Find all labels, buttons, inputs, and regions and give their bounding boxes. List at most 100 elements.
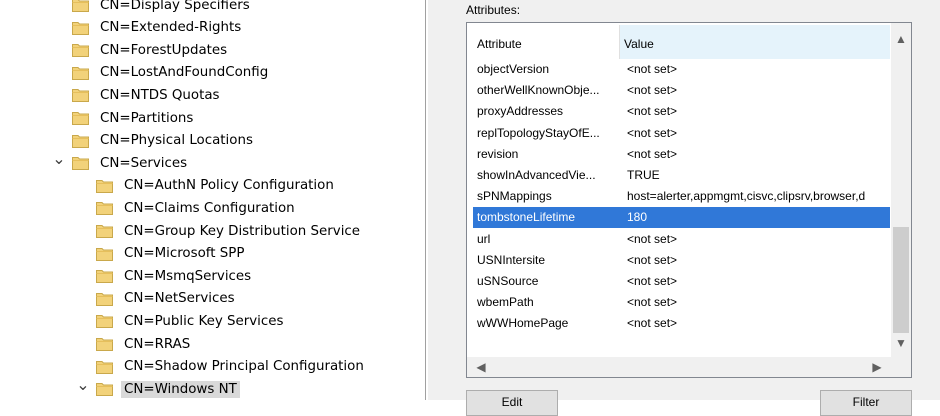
- attribute-value: <not set>: [627, 316, 678, 331]
- folder-icon: [96, 270, 113, 284]
- tree-item-label: CN=ForestUpdates: [100, 42, 228, 58]
- folder-icon: [96, 315, 113, 329]
- attribute-name: uSNSource: [477, 274, 539, 288]
- tree-item-label: CN=Claims Configuration: [124, 200, 295, 216]
- attribute-value: <not set>: [627, 83, 678, 98]
- attributes-list[interactable]: Attribute Value objectVersion <not set> ot…: [466, 22, 912, 378]
- vertical-scrollbar[interactable]: ▲ ▼: [891, 23, 911, 357]
- tree-item[interactable]: CN=Physical Locations: [52, 130, 256, 152]
- tree-item[interactable]: ⌄ CN=Windows NT: [76, 378, 240, 400]
- tree-item-label: CN=NetServices: [124, 291, 235, 307]
- expand-chevron-down-icon[interactable]: ⌄: [52, 152, 66, 170]
- tree-item[interactable]: CN=Group Key Distribution Service: [76, 220, 363, 242]
- tree-item-label: CN=Display Specifiers: [100, 0, 250, 13]
- tree-item-label: CN=Group Key Distribution Service: [124, 223, 361, 239]
- attribute-value: <not set>: [627, 62, 678, 76]
- attribute-name: otherWellKnownObje...: [477, 83, 600, 98]
- expand-chevron-down-icon[interactable]: ⌄: [76, 378, 90, 396]
- scroll-right-icon[interactable]: ▶: [867, 357, 887, 377]
- attribute-row[interactable]: wWWHomePage <not set>: [473, 313, 890, 334]
- tree-item[interactable]: CN=Claims Configuration: [76, 197, 298, 219]
- attribute-row[interactable]: showInAdvancedVie... TRUE: [473, 165, 890, 186]
- tree-item-label: CN=Physical Locations: [100, 133, 253, 149]
- attribute-value: <not set>: [627, 146, 678, 161]
- tree-item-label: CN=Services: [100, 155, 188, 171]
- tree-item[interactable]: CN=NetServices: [76, 288, 238, 310]
- tree-item[interactable]: CN=Partitions: [52, 107, 196, 129]
- attribute-row[interactable]: proxyAddresses <not set>: [473, 101, 890, 122]
- tree-item[interactable]: CN=AuthN Policy Configuration: [76, 175, 337, 197]
- folder-icon: [72, 89, 89, 103]
- attribute-row[interactable]: revision <not set>: [473, 144, 890, 165]
- tree-item-label: CN=Public Key Services: [124, 313, 284, 329]
- attribute-row[interactable]: sPNMappings host=alerter,appmgmt,cisvc,cl…: [473, 186, 890, 207]
- tree-item-label: CN=LostAndFoundConfig: [100, 65, 269, 81]
- attribute-row[interactable]: tombstoneLifetime 180: [473, 207, 890, 229]
- tree-item[interactable]: CN=Public Key Services: [76, 310, 286, 332]
- folder-icon: [96, 225, 113, 238]
- folder-icon: [72, 134, 89, 148]
- attribute-row[interactable]: wbemPath <not set>: [473, 292, 890, 313]
- folder-icon: [72, 157, 89, 171]
- folder-icon: [72, 66, 89, 80]
- edit-button[interactable]: Edit: [466, 390, 558, 416]
- attribute-row[interactable]: otherWellKnownObje... <not set>: [473, 80, 890, 101]
- tree-item[interactable]: ⌄ CN=Services: [52, 152, 190, 174]
- attribute-row[interactable]: replTopologyStayOfE... <not set>: [473, 123, 890, 144]
- attribute-row[interactable]: objectVersion <not set>: [473, 59, 890, 80]
- attribute-name: tombstoneLifetime: [477, 210, 576, 225]
- filter-button[interactable]: Filter: [820, 390, 912, 416]
- tree-item[interactable]: CN=Microsoft SPP: [76, 243, 247, 265]
- container-tree-view: CN=Display Specifiers CN=Extended-Rights C…: [0, 0, 420, 400]
- attribute-name: url: [477, 231, 491, 246]
- attribute-row[interactable]: uSNSource <not set>: [473, 271, 890, 292]
- folder-icon: [72, 0, 89, 12]
- tree-item-label: CN=Microsoft SPP: [124, 246, 245, 262]
- tree-item[interactable]: CN=ForestUpdates: [52, 39, 230, 61]
- attribute-row[interactable]: USNIntersite <not set>: [473, 250, 890, 271]
- attribute-value: <not set>: [627, 252, 678, 267]
- tree-item-label: CN=NTDS Quotas: [100, 87, 220, 103]
- folder-icon: [96, 179, 113, 193]
- attribute-name: replTopologyStayOfE...: [477, 125, 600, 140]
- attribute-row[interactable]: url <not set>: [473, 229, 890, 250]
- folder-icon: [72, 112, 89, 125]
- attribute-name: wbemPath: [477, 295, 534, 310]
- horizontal-scrollbar[interactable]: ◀ ▶: [467, 357, 891, 377]
- tree-item[interactable]: CN=Extended-Rights: [52, 17, 244, 39]
- tree-item[interactable]: CN=NTDS Quotas: [52, 84, 223, 106]
- attribute-name: sPNMappings: [477, 189, 552, 204]
- attribute-name: revision: [477, 146, 519, 161]
- scrollbar-corner: [891, 357, 911, 377]
- column-header-value[interactable]: Value: [619, 25, 890, 59]
- attribute-name: proxyAddresses: [477, 104, 564, 119]
- tree-item-label: CN=Windows NT: [121, 380, 240, 398]
- folder-icon: [72, 21, 89, 35]
- scroll-up-icon[interactable]: ▲: [891, 29, 911, 49]
- tree-item[interactable]: CN=Shadow Principal Configuration: [76, 356, 367, 378]
- attributes-label: Attributes:: [466, 3, 521, 17]
- pane-divider[interactable]: [425, 0, 426, 400]
- column-header-attribute[interactable]: Attribute: [473, 25, 619, 59]
- tree-item[interactable]: CN=LostAndFoundConfig: [52, 62, 271, 84]
- attribute-name: objectVersion: [477, 62, 550, 76]
- vertical-scroll-thumb[interactable]: [893, 227, 909, 333]
- tree-item[interactable]: CN=MsmqServices: [76, 265, 254, 287]
- tree-item[interactable]: CN=Display Specifiers: [52, 0, 253, 16]
- attribute-name: showInAdvancedVie...: [477, 168, 596, 182]
- tree-item[interactable]: CN=RRAS: [76, 333, 193, 355]
- tree-item-label: CN=MsmqServices: [124, 268, 252, 284]
- scroll-left-icon[interactable]: ◀: [471, 357, 491, 377]
- scroll-down-icon[interactable]: ▼: [891, 333, 911, 353]
